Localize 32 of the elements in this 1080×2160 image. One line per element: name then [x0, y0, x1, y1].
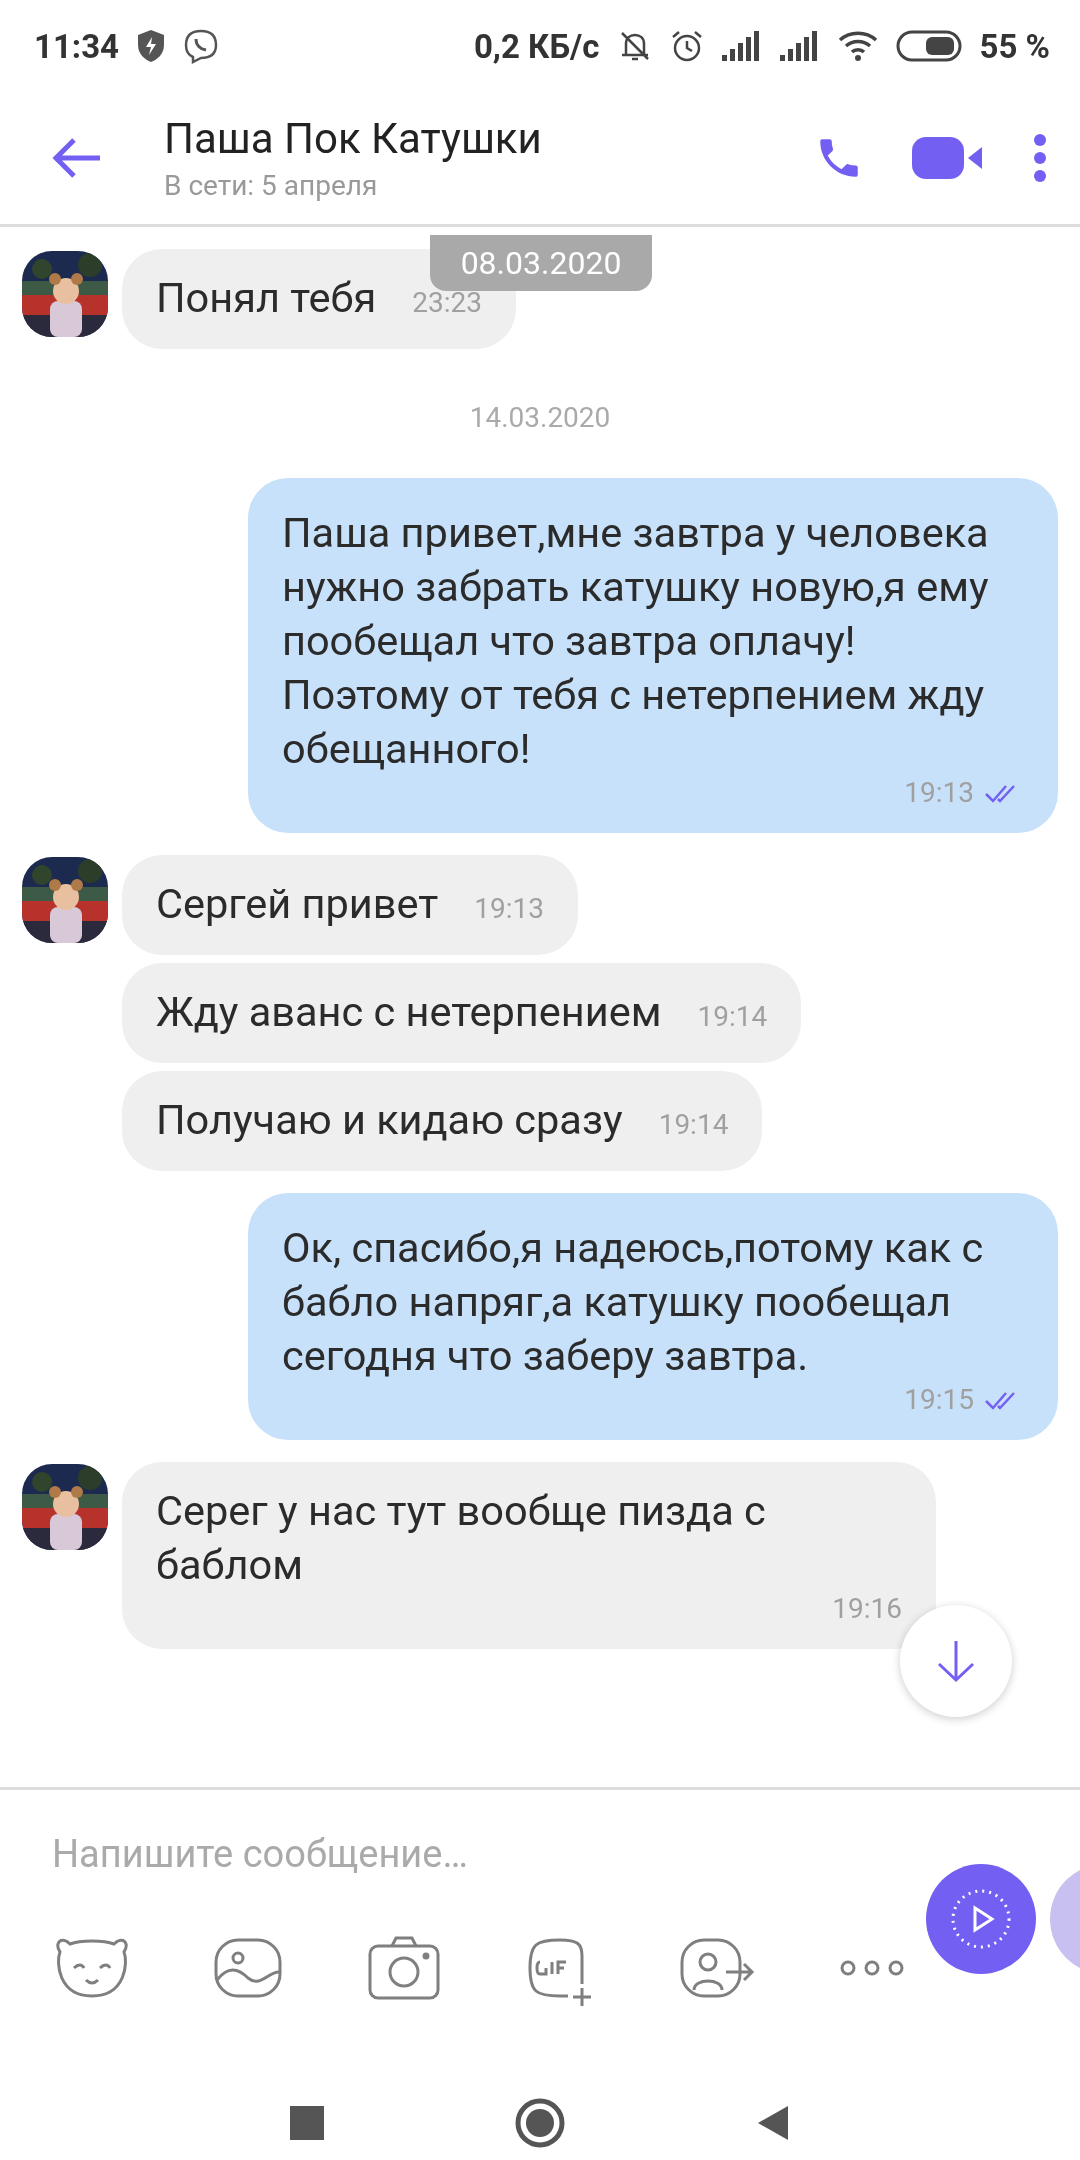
message-time: 19:14 [696, 1000, 768, 1033]
shield-icon [137, 29, 166, 63]
back-icon[interactable] [756, 2104, 790, 2142]
message-time: 19:13 [473, 892, 544, 925]
date-badge: 08.03.2020 [430, 235, 652, 291]
message-input[interactable]: Напишите сообщение… [52, 1832, 832, 1876]
more-options-icon[interactable] [1032, 133, 1048, 183]
chat-bubble-icon [183, 28, 220, 64]
wifi-icon [837, 30, 878, 62]
home-icon[interactable] [514, 2097, 566, 2149]
message-text: Паша привет,мне завтра у человека нужно забрать катушку новую,я ему пообещал что завтра оплачу! Поэтому от тебя с нетерпением жду обещанного! [282, 507, 990, 775]
message-text: Жду аванс с нетерпением [156, 986, 662, 1038]
status-time: 11:34 [34, 26, 120, 66]
message-time: 19:15 [904, 1383, 974, 1416]
message-text: Сергей привет [156, 878, 439, 930]
video-camera-icon[interactable] [912, 135, 984, 181]
message-text: Серег у нас тут вообще пизда с баблом [156, 1485, 767, 1591]
message-time: 19:14 [657, 1108, 729, 1141]
battery-icon [895, 30, 962, 62]
battery-percent: 55 % [979, 26, 1050, 66]
message-text: Ок, спасибо,я надеюсь,потому как с бабло напряг,а катушку пообещал сегодня что заберу завтра. [282, 1222, 985, 1382]
play-icon [949, 1887, 1013, 1951]
network-speed: 0,2 КБ/с [473, 26, 600, 66]
signal-icon [721, 31, 762, 61]
message-text: Понял тебя [156, 272, 377, 324]
message-text: Получаю и кидаю сразу [156, 1094, 623, 1146]
message-time: 19:13 [904, 776, 974, 809]
message-time: 19:16 [831, 1592, 902, 1625]
date-divider: 14.03.2020 [469, 401, 611, 434]
online-status: В сети: 5 апреля [164, 169, 379, 202]
signal-icon [779, 31, 820, 61]
contact-name: Паша Пок Катушки [164, 114, 543, 163]
